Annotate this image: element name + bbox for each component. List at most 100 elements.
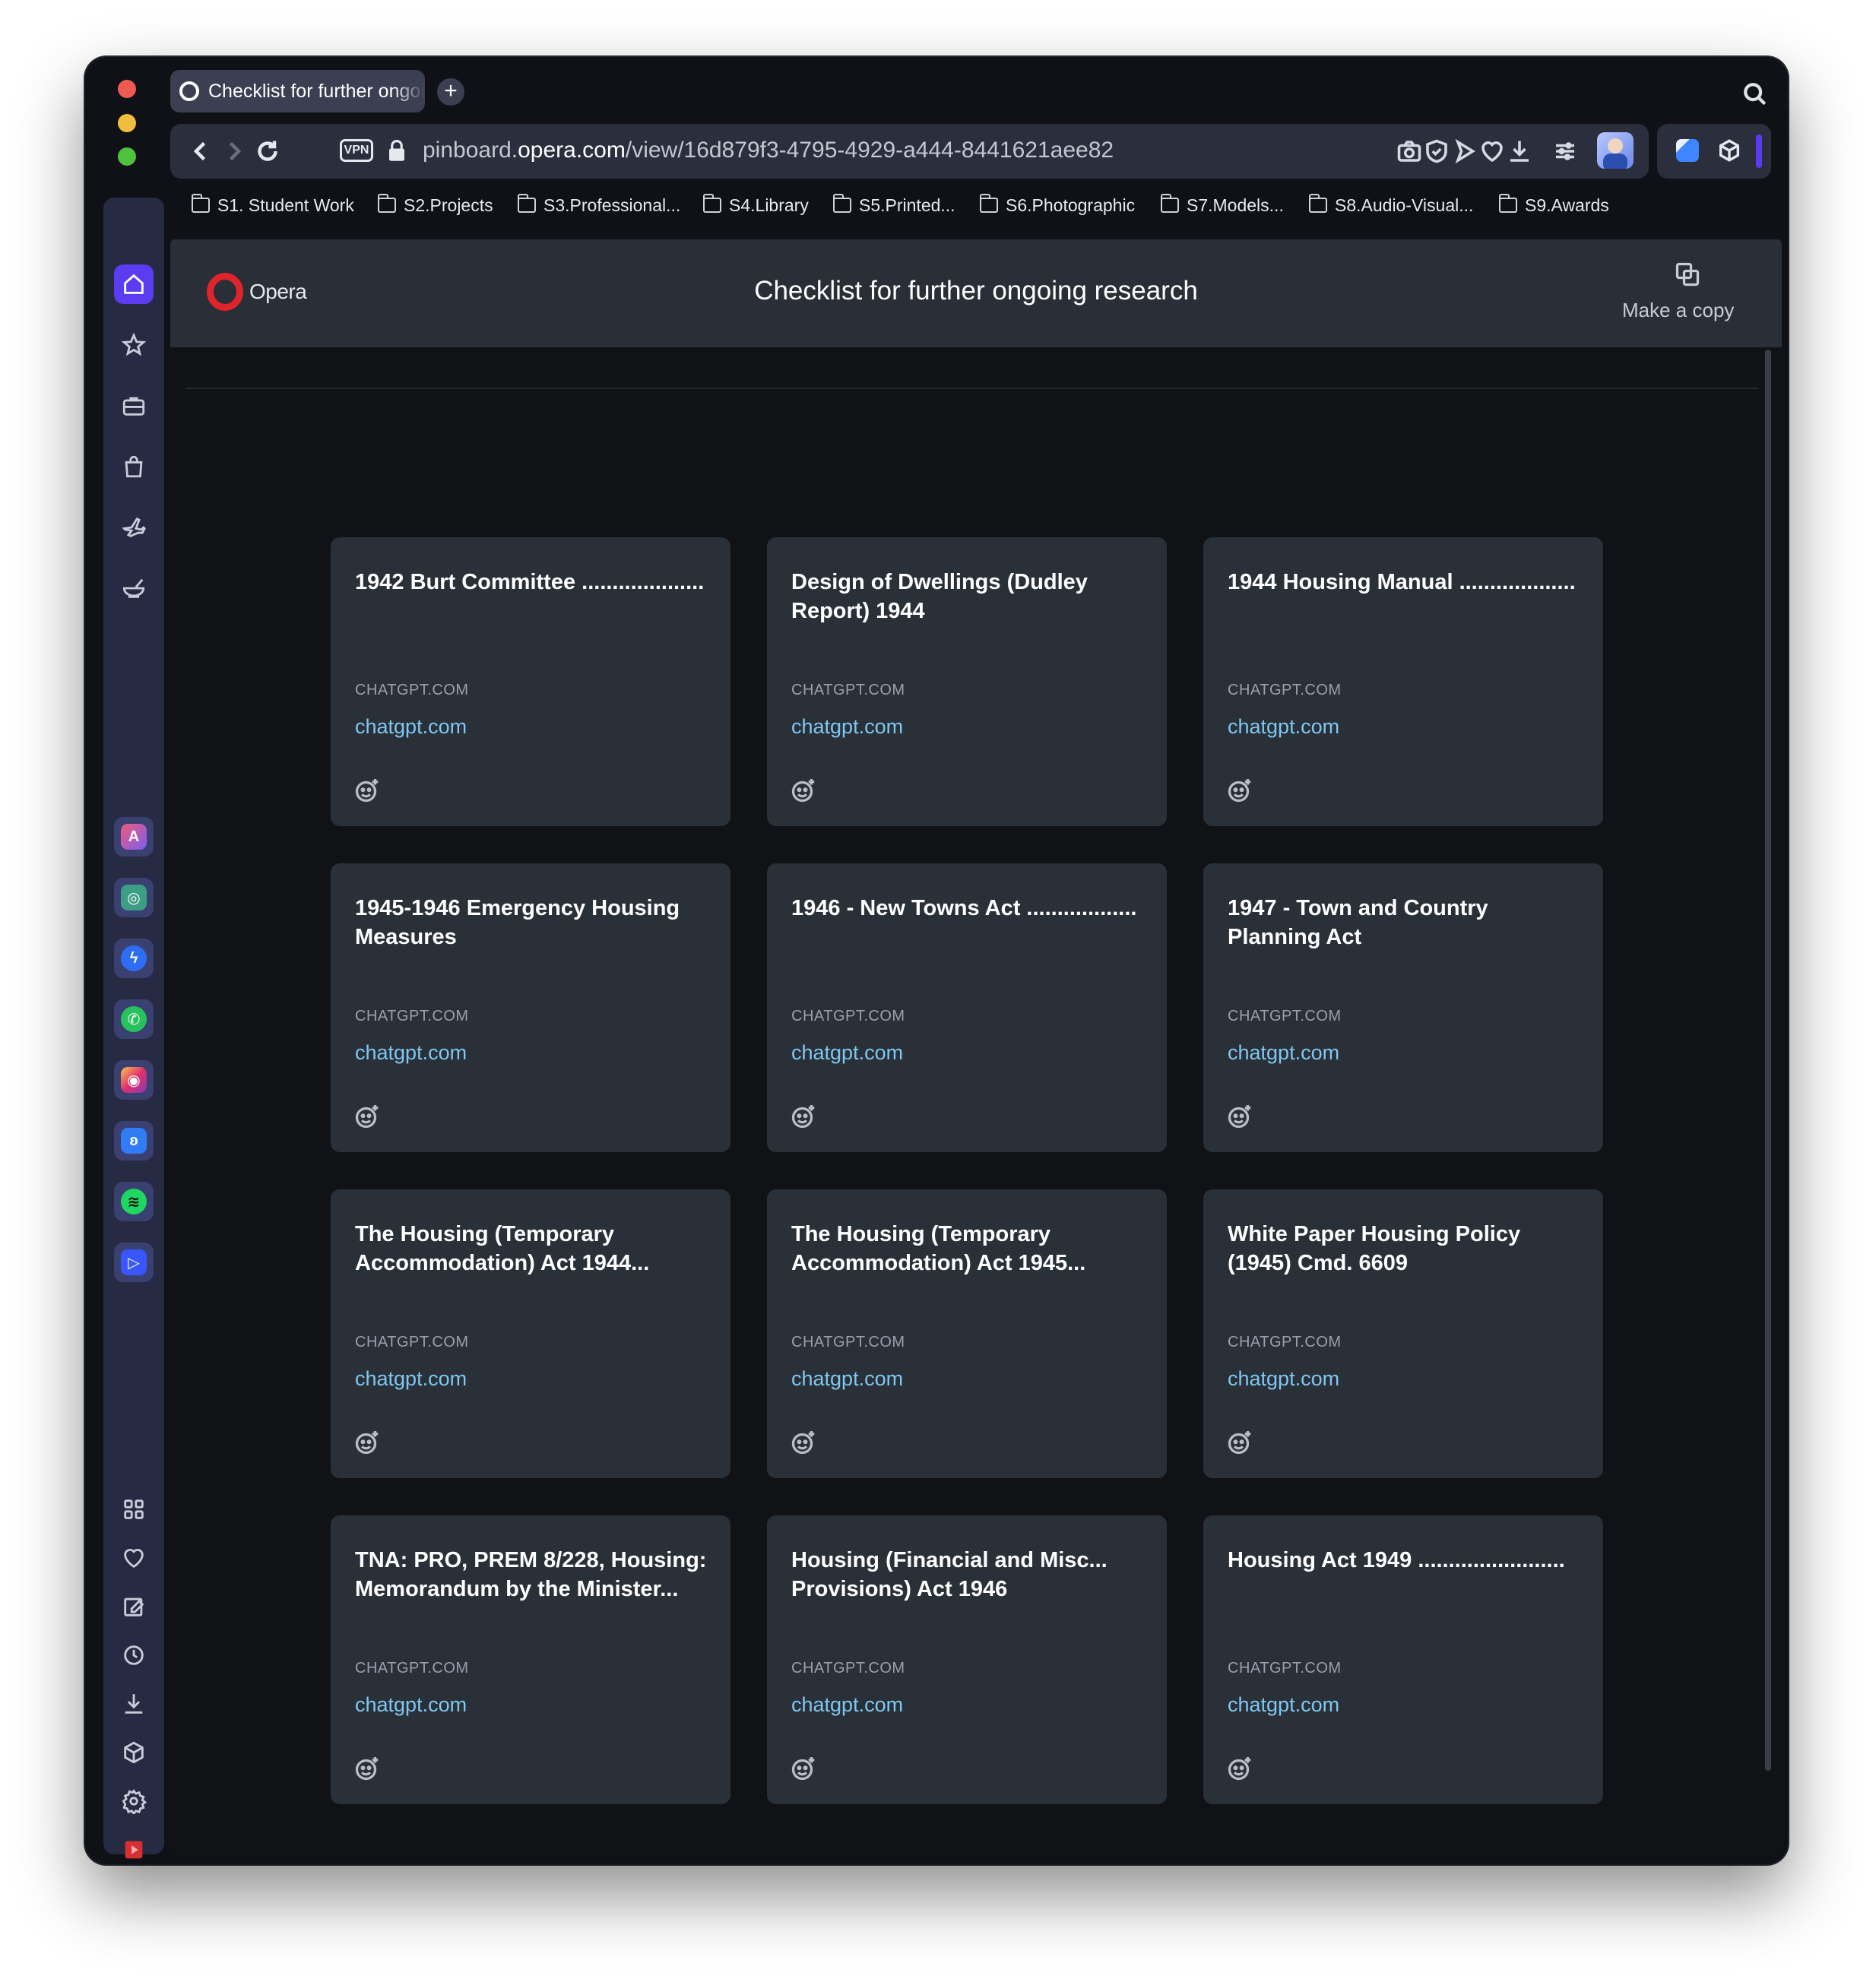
extension-icon[interactable] (1676, 139, 1699, 162)
bookmark-folder[interactable]: S9.Awards (1499, 182, 1609, 228)
add-reaction-icon[interactable] (353, 777, 381, 804)
airplane-icon[interactable] (114, 508, 154, 547)
extensions-cube-icon[interactable] (114, 1733, 154, 1772)
card-source: CHATGPT.COM (355, 682, 469, 698)
pinboard-card[interactable]: Housing (Financial and Misc... Provision… (767, 1515, 1167, 1804)
pinboard-card[interactable]: 1942 Burt Committee ....................… (331, 537, 730, 826)
url-field[interactable]: pinboard.opera.com/view/16d879f3-4795-49… (423, 138, 1114, 163)
camera-icon[interactable] (1396, 138, 1423, 165)
card-title: Design of Dwellings (Dudley Report) 1944 (791, 570, 1088, 623)
reload-button[interactable] (254, 138, 281, 165)
home-icon[interactable] (114, 264, 154, 304)
instagram-app-icon[interactable]: ◉ (114, 1060, 154, 1100)
card-link[interactable]: chatgpt.com (355, 1693, 467, 1717)
add-reaction-icon[interactable] (353, 1103, 381, 1130)
star-icon[interactable] (114, 325, 154, 365)
shopping-bag-icon[interactable] (114, 447, 154, 486)
card-link[interactable]: chatgpt.com (791, 715, 903, 739)
card-link[interactable]: chatgpt.com (1228, 1367, 1339, 1391)
briefcase-icon[interactable] (114, 386, 154, 426)
make-a-copy-button[interactable]: Make a copy (1622, 299, 1734, 322)
add-reaction-icon[interactable] (1226, 777, 1253, 804)
sidebar-toggle[interactable] (1756, 135, 1762, 168)
card-link[interactable]: chatgpt.com (791, 1693, 903, 1717)
shield-icon[interactable] (1423, 138, 1450, 165)
pinboard-card[interactable]: 1946 - New Towns Act .................. C… (767, 863, 1167, 1152)
tab-search-icon[interactable] (1742, 81, 1768, 107)
add-reaction-icon[interactable] (1226, 1103, 1253, 1130)
flow-send-icon[interactable] (1451, 138, 1478, 165)
vpn-badge[interactable]: VPN (340, 139, 373, 162)
bookmark-folder[interactable]: S8.Audio-Visual... (1309, 182, 1473, 228)
add-reaction-icon[interactable] (1226, 1429, 1253, 1456)
downloads-icon[interactable] (114, 1684, 154, 1724)
easy-setup-icon[interactable] (1551, 138, 1579, 165)
pinboard-card[interactable]: 1947 - Town and Country Planning Act CHAT… (1203, 863, 1603, 1152)
add-reaction-icon[interactable] (790, 777, 817, 804)
card-link[interactable]: chatgpt.com (1228, 1041, 1339, 1065)
pinboard-card[interactable]: Housing Act 1949 .......................… (1203, 1515, 1603, 1804)
download-icon[interactable] (1506, 138, 1533, 165)
bluesky-app-icon[interactable]: ʚ (114, 1121, 154, 1160)
add-reaction-icon[interactable] (353, 1755, 381, 1782)
heart-icon[interactable] (114, 1538, 154, 1578)
whatsapp-app-icon[interactable]: ✆ (114, 999, 154, 1039)
messenger-app-icon[interactable]: ϟ (114, 939, 154, 978)
add-reaction-icon[interactable] (1226, 1755, 1253, 1782)
minimize-window-button[interactable] (118, 114, 136, 132)
extensions-cube-icon[interactable] (1716, 138, 1742, 163)
pinboard-card[interactable]: White Paper Housing Policy (1945) Cmd. 6… (1203, 1189, 1603, 1478)
pinboard-card[interactable]: Design of Dwellings (Dudley Report) 1944… (767, 537, 1167, 826)
bookmark-folder[interactable]: S3.Professional... (518, 182, 680, 228)
player-app-icon[interactable]: ▷ (114, 1243, 154, 1282)
new-tab-button[interactable]: + (437, 78, 464, 106)
card-link[interactable]: chatgpt.com (355, 1041, 467, 1065)
history-clock-icon[interactable] (114, 1635, 154, 1675)
scrollbar[interactable] (1765, 350, 1771, 1771)
lock-icon[interactable] (387, 139, 407, 162)
bookmark-label: S5.Printed... (859, 195, 955, 215)
extensions-panel (1657, 124, 1771, 179)
card-link[interactable]: chatgpt.com (791, 1041, 903, 1065)
card-link[interactable]: chatgpt.com (355, 1367, 467, 1391)
pinboard-icon[interactable] (114, 1587, 154, 1626)
card-title: 1942 Burt Committee .................... (355, 570, 705, 594)
profile-avatar[interactable] (1597, 132, 1634, 169)
pinboard-card[interactable]: The Housing (Temporary Accommodation) Ac… (767, 1189, 1167, 1478)
bookmark-folder[interactable]: S7.Models... (1161, 182, 1284, 228)
back-button[interactable] (187, 138, 214, 165)
maximize-window-button[interactable] (118, 147, 136, 166)
chatgpt-app-icon[interactable]: ◎ (114, 878, 154, 917)
card-link[interactable]: chatgpt.com (791, 1367, 903, 1391)
close-window-button[interactable] (118, 80, 136, 98)
pinboard-card[interactable]: 1944 Housing Manual ................... C… (1203, 537, 1603, 826)
heart-icon[interactable] (1478, 138, 1506, 165)
bookmark-folder[interactable]: S2.Projects (378, 182, 493, 228)
bookmark-folder[interactable]: S4.Library (703, 182, 809, 228)
pinboard-card[interactable]: TNA: PRO, PREM 8/228, Housing: Memorandu… (331, 1515, 730, 1804)
add-reaction-icon[interactable] (353, 1429, 381, 1456)
card-title: Housing Act 1949 .......................… (1228, 1548, 1565, 1572)
bookmark-folder[interactable]: S6.Photographic (980, 182, 1135, 228)
aria-app-icon[interactable]: A (114, 817, 154, 857)
bookmark-label: S9.Awards (1525, 195, 1609, 215)
food-bowl-icon[interactable] (114, 568, 154, 608)
pinboard-card[interactable]: The Housing (Temporary Accommodation) Ac… (331, 1189, 730, 1478)
add-reaction-icon[interactable] (790, 1429, 817, 1456)
spotify-app-icon[interactable]: ≋ (114, 1182, 154, 1221)
add-reaction-icon[interactable] (790, 1103, 817, 1130)
tab-checklist[interactable]: Checklist for further ongoing research (170, 70, 425, 112)
pinboard-card[interactable]: 1945-1946 Emergency Housing Measures CHAT… (331, 863, 730, 1152)
bookmark-folder[interactable]: S5.Printed... (833, 182, 955, 228)
forward-button[interactable] (220, 138, 248, 165)
card-title: Housing (Financial and Misc... Provision… (791, 1548, 1108, 1601)
player-red-icon[interactable] (114, 1830, 154, 1864)
copy-icon[interactable] (1674, 261, 1701, 288)
bookmark-folder[interactable]: S1. Student Work (192, 182, 354, 228)
card-link[interactable]: chatgpt.com (355, 715, 467, 739)
card-link[interactable]: chatgpt.com (1228, 715, 1339, 739)
apps-grid-icon[interactable] (114, 1490, 154, 1529)
card-link[interactable]: chatgpt.com (1228, 1693, 1339, 1717)
settings-gear-icon[interactable] (114, 1781, 154, 1821)
add-reaction-icon[interactable] (790, 1755, 817, 1782)
